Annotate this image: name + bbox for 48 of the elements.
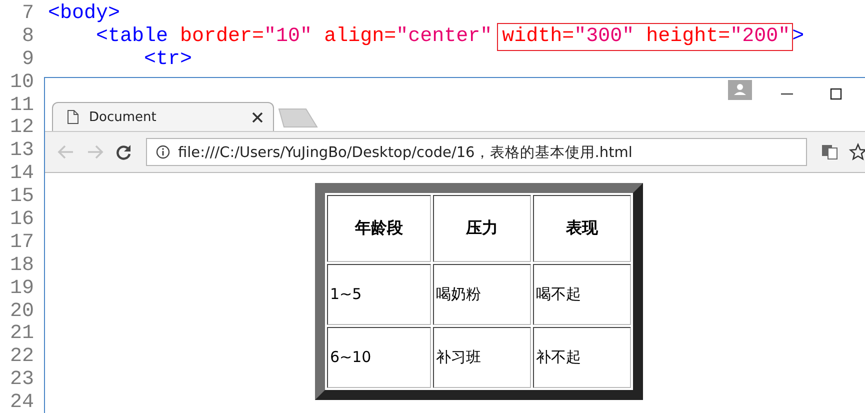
line-number: 23 xyxy=(8,369,35,392)
line-number: 15 xyxy=(8,186,35,210)
table-cell: 补习班 xyxy=(432,326,531,388)
line-number: 11 xyxy=(8,94,35,118)
reload-icon[interactable] xyxy=(115,144,132,160)
line-number: 9 xyxy=(20,48,35,72)
info-icon xyxy=(156,145,170,159)
code-token: "300" xyxy=(574,24,634,48)
code-token: > xyxy=(792,24,804,48)
code-token: width= xyxy=(502,24,574,48)
table-cell: 补不起 xyxy=(532,326,631,388)
line-number: 20 xyxy=(8,300,35,324)
code-token: <tr> xyxy=(143,48,192,71)
line-number: 7 xyxy=(20,3,35,26)
code-token: <body> xyxy=(48,2,120,25)
line-number: 12 xyxy=(8,117,35,140)
line-number: 24 xyxy=(8,392,35,413)
maximize-icon[interactable] xyxy=(830,88,842,100)
line-number: 16 xyxy=(8,209,35,232)
page-icon xyxy=(67,110,79,124)
code-token: "center" xyxy=(396,24,492,48)
close-icon[interactable] xyxy=(252,112,263,122)
line-number: 21 xyxy=(8,323,35,346)
browser-tab[interactable]: Document xyxy=(52,102,274,131)
code-token: "10" xyxy=(264,24,312,48)
address-field[interactable]: file:///C:/Users/YuJingBo/Desktop/code/16，表格的基本使用.html xyxy=(146,138,807,166)
column-header: 压力 xyxy=(432,195,531,262)
table-cell: 6~10 xyxy=(327,326,431,388)
code-token: "200" xyxy=(730,24,790,48)
code-token: <table xyxy=(95,24,168,48)
star-icon[interactable] xyxy=(849,143,865,161)
line-number: 8 xyxy=(20,26,35,49)
line-number: 22 xyxy=(8,346,35,370)
line-number: 14 xyxy=(8,163,35,186)
translate-icon[interactable] xyxy=(822,144,838,160)
line-number: 10 xyxy=(8,72,35,95)
line-number: 19 xyxy=(8,278,35,301)
table-cell: 1~5 xyxy=(327,264,431,325)
line-number: 13 xyxy=(8,140,35,164)
line-number: 18 xyxy=(8,254,35,278)
code-token: border= xyxy=(179,24,264,48)
code-token: height= xyxy=(645,24,730,48)
code-token: align= xyxy=(323,24,396,48)
column-header: 表现 xyxy=(532,195,631,262)
line-number: 17 xyxy=(8,232,35,255)
table-cell: 喝奶粉 xyxy=(432,264,531,325)
column-header: 年龄段 xyxy=(327,195,431,262)
table-cell: 喝不起 xyxy=(532,264,631,325)
